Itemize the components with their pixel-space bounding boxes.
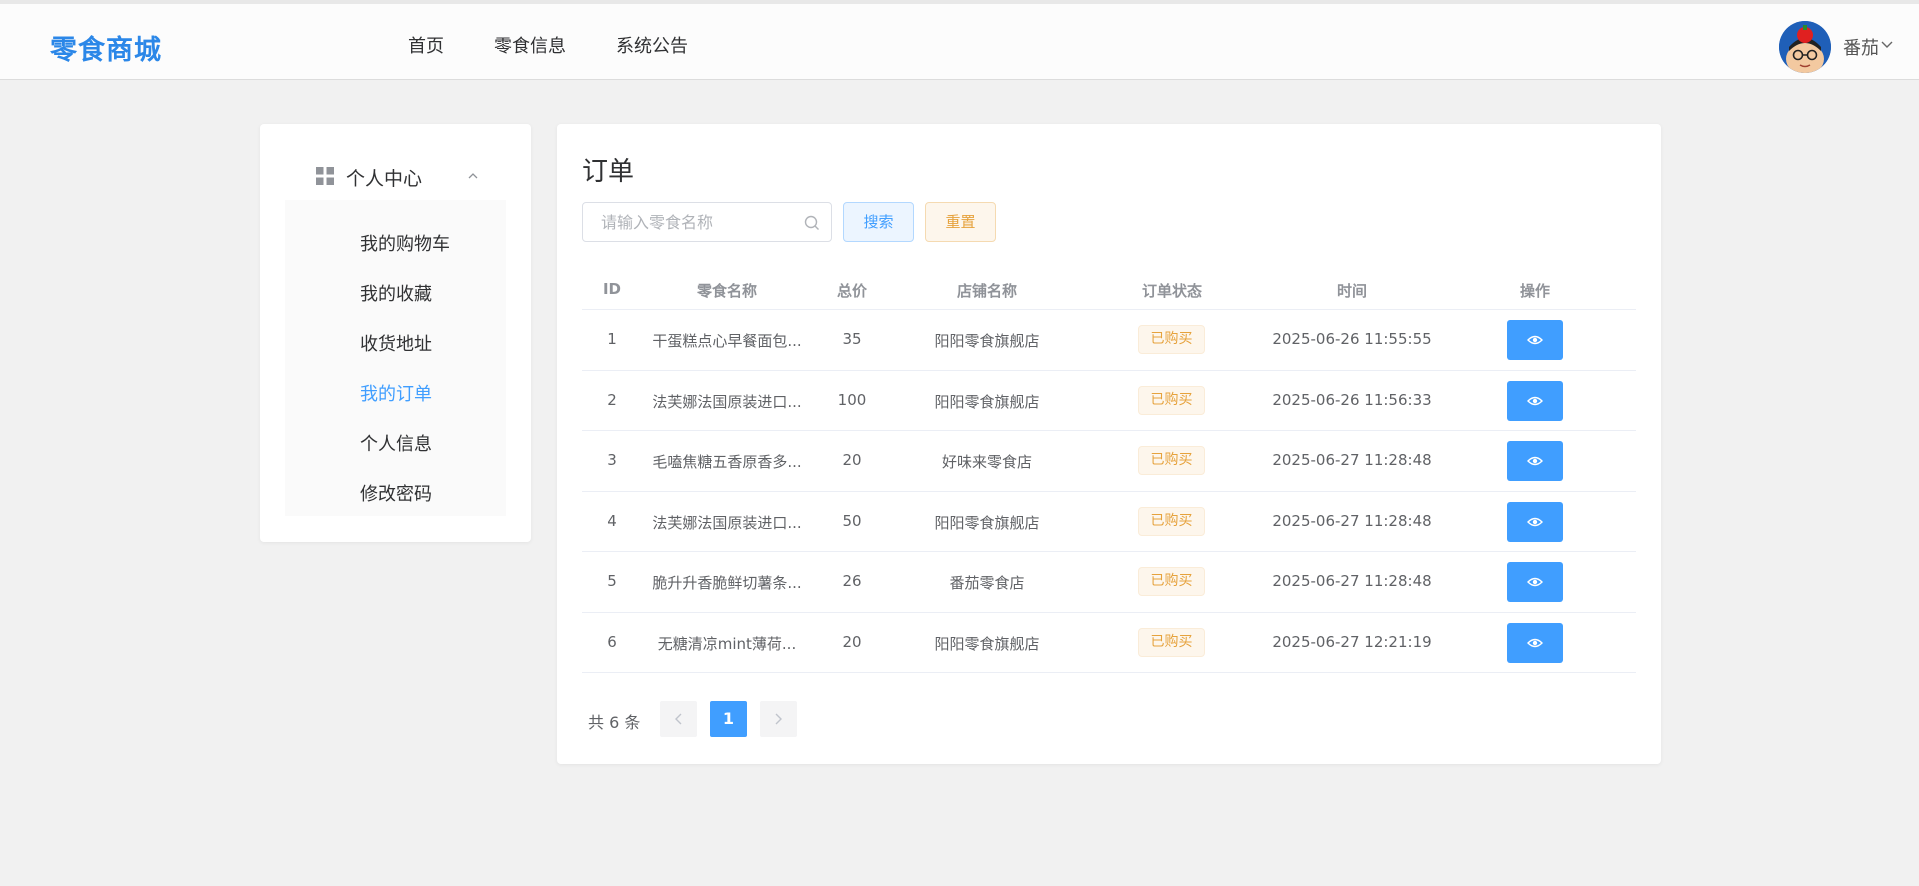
sidebar-item-password[interactable]: 修改密码 (360, 480, 432, 506)
user-avatar[interactable] (1779, 21, 1831, 73)
view-order-button[interactable] (1507, 380, 1563, 421)
cell-time: 2025-06-27 11:28:48 (1272, 572, 1432, 590)
eye-icon (1527, 638, 1543, 647)
view-order-button[interactable] (1507, 320, 1563, 360)
cell-name: 法芙娜法国原装进口... (652, 513, 802, 532)
cell-id: 1 (607, 330, 617, 348)
view-order-button[interactable] (1507, 622, 1563, 663)
cell-id: 2 (607, 390, 617, 409)
top-header: 零食商城 首页 零食信息 系统公告 番茄 (0, 4, 1919, 80)
prev-page-button[interactable] (660, 701, 697, 737)
cell-time: 2025-06-27 12:21:19 (1272, 632, 1432, 651)
sidebar-item-cart[interactable]: 我的购物车 (360, 230, 450, 256)
sidebar-group-personal-center[interactable]: 个人中心 (316, 164, 496, 190)
cell-name: 无糖清凉mint薄荷... (657, 634, 797, 653)
site-logo[interactable]: 零食商城 (50, 28, 162, 67)
column-header-actions: 操作 (1519, 282, 1550, 300)
pagination: 共 6 条 1 (588, 701, 888, 737)
cell-total: 20 (842, 451, 862, 469)
table-row: 4 法芙娜法国原装进口... 50 阳阳零食旗舰店 已购买 2025-06-27… (582, 492, 1636, 552)
sidebar-menu: 个人中心 我的购物车 我的收藏 收货地址 我的订单 个人信息 修改密码 (260, 124, 531, 542)
chevron-right-icon (775, 713, 782, 725)
cell-time: 2025-06-27 11:28:48 (1272, 451, 1432, 469)
table-row: 6 无糖清凉mint薄荷... 20 阳阳零食旗舰店 已购买 2025-06-2… (582, 613, 1636, 673)
view-order-button[interactable] (1507, 441, 1563, 481)
search-button[interactable]: 搜索 (843, 202, 914, 242)
cell-id: 6 (607, 632, 617, 651)
cell-shop: 好味来零食店 (941, 453, 1032, 471)
column-header-status: 订单状态 (1141, 282, 1202, 300)
cell-id: 4 (607, 511, 617, 530)
status-badge: 已购买 (1138, 385, 1205, 415)
cell-time: 2025-06-26 11:56:33 (1272, 390, 1432, 409)
table-row: 2 法芙娜法国原装进口... 100 阳阳零食旗舰店 已购买 2025-06-2… (582, 371, 1636, 431)
search-field[interactable] (582, 202, 832, 242)
sidebar-item-profile[interactable]: 个人信息 (360, 430, 432, 456)
orders-panel: 订单 搜索 重置 ID 零食名称 总价 店铺名称 订单状态 时间 操作 1 干蛋… (557, 124, 1661, 764)
grid-icon (316, 167, 334, 185)
cell-total: 35 (842, 330, 862, 348)
cell-shop: 阳阳零食旗舰店 (934, 392, 1040, 411)
column-header-name: 零食名称 (696, 282, 757, 300)
table-row: 5 脆升升香脆鲜切薯条... 26 番茄零食店 已购买 2025-06-27 1… (582, 552, 1636, 613)
next-page-button[interactable] (760, 701, 797, 737)
table-row: 3 毛嗑焦糖五香原香多... 20 好味来零食店 已购买 2025-06-27 … (582, 431, 1636, 492)
search-icon (803, 214, 821, 232)
user-name[interactable]: 番茄 (1843, 34, 1879, 60)
status-badge: 已购买 (1138, 627, 1205, 657)
chevron-up-icon[interactable] (466, 168, 480, 182)
cell-name: 脆升升香脆鲜切薯条... (652, 574, 802, 592)
column-header-time: 时间 (1336, 282, 1367, 300)
status-badge: 已购买 (1138, 325, 1205, 354)
eye-icon (1527, 335, 1543, 345)
sidebar-item-orders[interactable]: 我的订单 (360, 380, 432, 406)
eye-icon (1527, 577, 1543, 587)
cell-shop: 番茄零食店 (949, 574, 1025, 592)
table-row: 1 干蛋糕点心早餐面包... 35 阳阳零食旗舰店 已购买 2025-06-26… (582, 310, 1636, 371)
main-nav: 首页 零食信息 系统公告 (408, 32, 688, 58)
cell-id: 5 (607, 572, 617, 590)
status-badge: 已购买 (1138, 506, 1205, 536)
column-header-total: 总价 (836, 282, 867, 300)
column-header-shop: 店铺名称 (956, 282, 1017, 300)
cell-name: 毛嗑焦糖五香原香多... (652, 453, 802, 471)
column-header-id: ID (602, 280, 622, 298)
chevron-left-icon (675, 713, 682, 725)
cell-id: 3 (607, 451, 617, 469)
view-order-button[interactable] (1507, 501, 1563, 542)
sidebar-submenu: 我的购物车 我的收藏 收货地址 我的订单 个人信息 修改密码 (285, 200, 506, 516)
sidebar-item-address[interactable]: 收货地址 (360, 330, 432, 356)
cell-total: 26 (842, 572, 862, 590)
cell-time: 2025-06-26 11:55:55 (1272, 330, 1432, 348)
status-badge: 已购买 (1138, 446, 1205, 475)
chevron-down-icon[interactable] (1880, 37, 1894, 51)
cell-total: 20 (842, 632, 862, 651)
page-number-button[interactable]: 1 (710, 701, 747, 737)
sidebar-group-label: 个人中心 (346, 168, 423, 190)
nav-announcements[interactable]: 系统公告 (616, 32, 688, 58)
eye-icon (1527, 396, 1543, 405)
table-header: ID 零食名称 总价 店铺名称 订单状态 时间 操作 (582, 268, 1636, 310)
cell-shop: 阳阳零食旗舰店 (934, 332, 1040, 350)
reset-button[interactable]: 重置 (925, 202, 996, 242)
pagination-total: 共 6 条 (588, 713, 641, 732)
cell-shop: 阳阳零食旗舰店 (934, 513, 1040, 532)
page-title: 订单 (582, 157, 635, 187)
status-badge: 已购买 (1138, 567, 1205, 596)
cell-name: 干蛋糕点心早餐面包... (652, 332, 802, 350)
cell-time: 2025-06-27 11:28:48 (1272, 511, 1432, 530)
cell-total: 50 (842, 511, 862, 530)
eye-icon (1527, 517, 1543, 526)
eye-icon (1527, 456, 1543, 466)
nav-snack-info[interactable]: 零食信息 (494, 32, 566, 58)
cell-shop: 阳阳零食旗舰店 (934, 634, 1040, 653)
sidebar-item-favorites[interactable]: 我的收藏 (360, 280, 432, 306)
search-input[interactable] (601, 212, 791, 232)
view-order-button[interactable] (1507, 562, 1563, 602)
cell-name: 法芙娜法国原装进口... (652, 392, 802, 411)
cell-total: 100 (837, 390, 867, 409)
nav-home[interactable]: 首页 (408, 32, 444, 58)
